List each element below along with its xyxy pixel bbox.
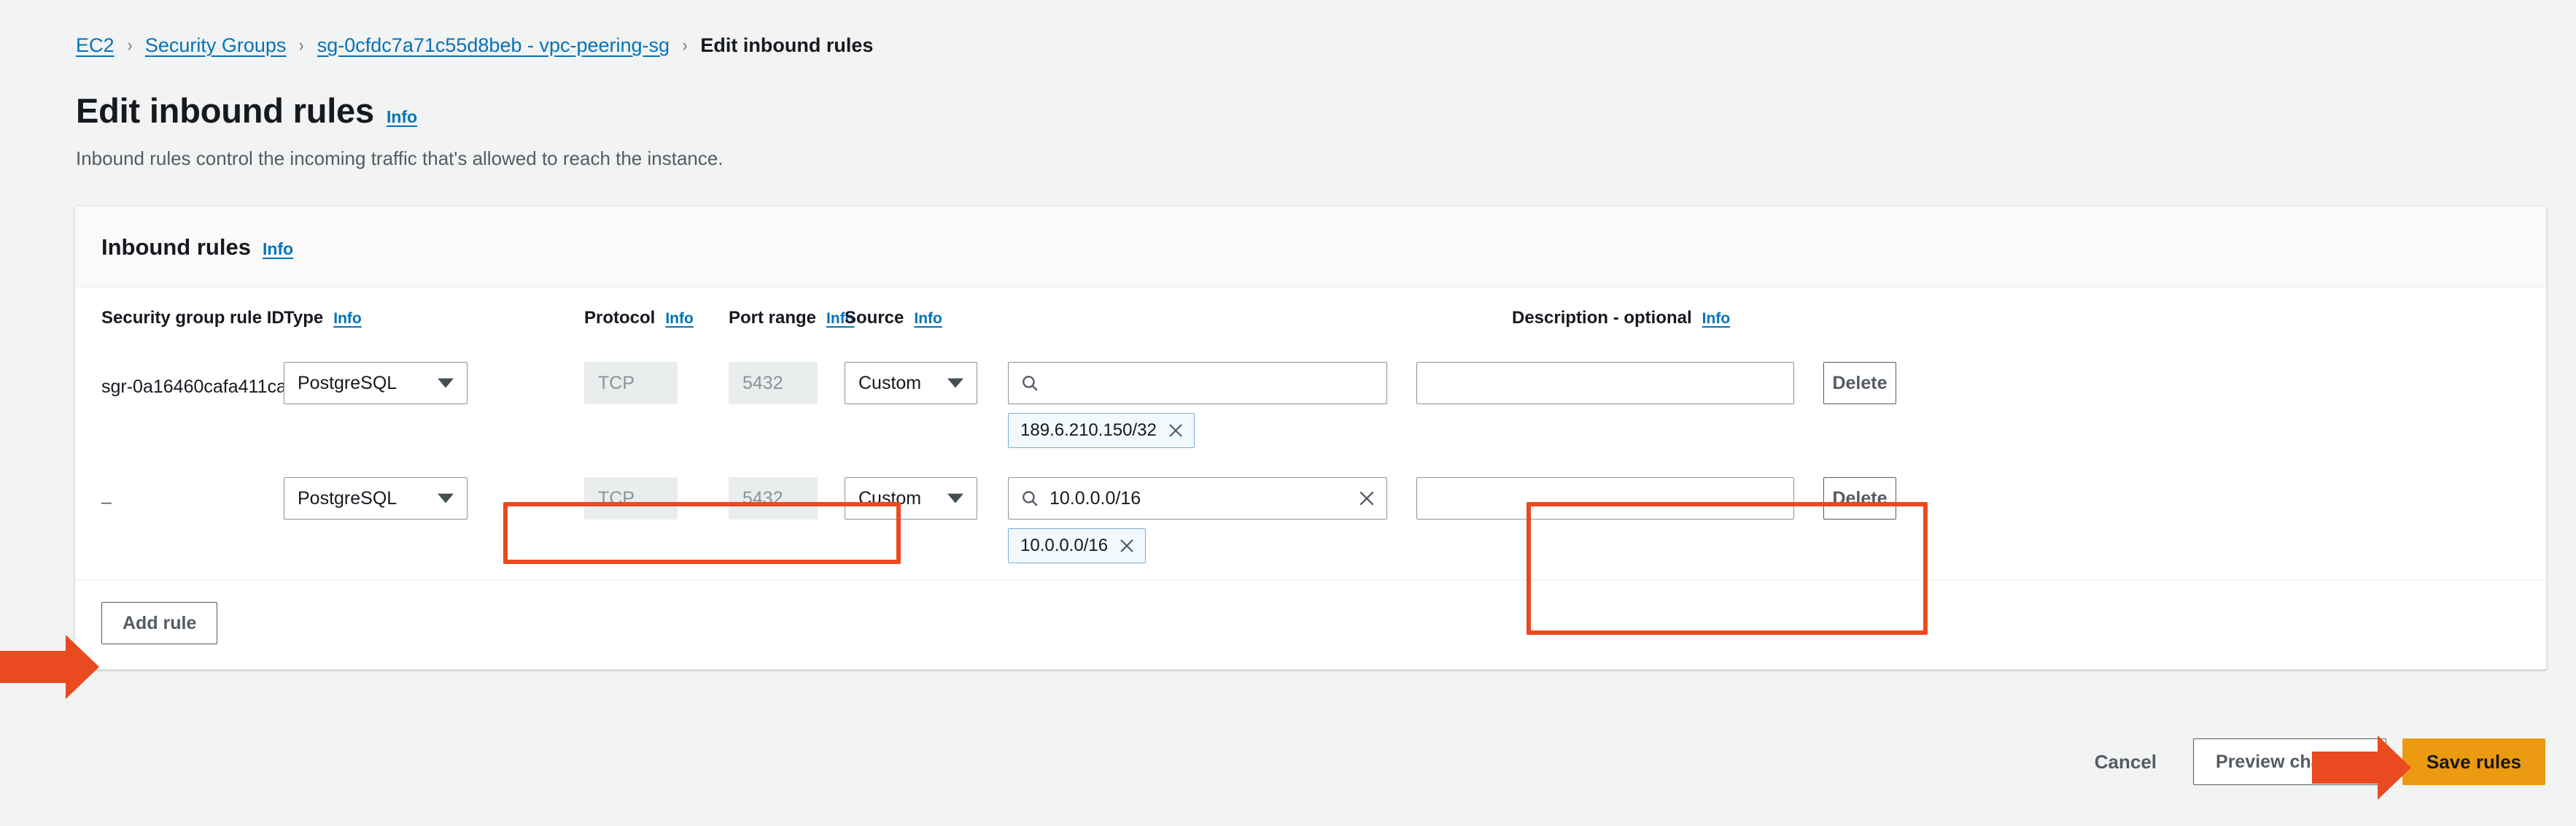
chevron-down-icon (947, 493, 963, 503)
column-header-type: Type Info (284, 308, 468, 328)
delete-rule-button[interactable]: Delete (1823, 362, 1896, 404)
type-info-link[interactable]: Info (333, 310, 361, 328)
source-token[interactable]: 10.0.0.0/16 (1008, 528, 1147, 563)
column-header-protocol: Protocol Info (584, 308, 694, 328)
delete-cell: Delete (1823, 477, 1896, 520)
protocol-input: TCP (584, 477, 678, 520)
protocol-cell: TCP (584, 362, 678, 404)
port-range-value: 5432 (742, 372, 783, 393)
search-icon (1023, 491, 1038, 506)
table-header-row: Security group rule ID Type Info Protoco… (101, 287, 2520, 349)
column-header-label: Source (845, 308, 904, 328)
page-title: Edit inbound rules (76, 91, 374, 130)
column-header-label: Protocol (584, 308, 656, 328)
table-row: – PostgreSQL TCP 5432 Custom 10.0.0.0/16… (101, 464, 2520, 579)
column-header-label: Security group rule ID (101, 308, 284, 328)
chevron-down-icon (947, 378, 963, 388)
breadcrumb: EC2 › Security Groups › sg-0cfdc7a71c55d… (76, 34, 873, 57)
description-cell (1416, 362, 1794, 404)
source-search-input[interactable] (1008, 362, 1387, 404)
page-title-info-link[interactable]: Info (387, 107, 417, 127)
chevron-down-icon (438, 378, 454, 388)
description-input[interactable] (1416, 362, 1794, 404)
description-cell (1416, 477, 1794, 520)
column-header-label: Port range (729, 308, 817, 328)
breadcrumb-item-security-groups[interactable]: Security Groups (145, 34, 287, 57)
source-scope-value: Custom (858, 487, 922, 509)
column-header-description: Description - optional Info (1512, 308, 1730, 328)
rule-id-cell: – (101, 477, 284, 513)
delete-cell: Delete (1823, 362, 1896, 404)
protocol-input: TCP (584, 362, 678, 404)
rules-table: Security group rule ID Type Info Protoco… (75, 287, 2546, 579)
source-scope-select[interactable]: Custom (845, 362, 977, 404)
column-header-source: Source Info (845, 308, 1118, 328)
table-row: sgr-0a16460cafa411cad PostgreSQL TCP 543… (101, 349, 2520, 464)
inbound-rules-card: Inbound rules Info Security group rule I… (74, 206, 2547, 670)
source-search-value: 10.0.0.0/16 (1050, 487, 1141, 509)
column-header-label: Description - optional (1512, 308, 1692, 328)
rule-id-value: sgr-0a16460cafa411cad (101, 377, 297, 397)
port-range-input: 5432 (729, 362, 818, 404)
source-info-link[interactable]: Info (914, 310, 942, 328)
type-select-value: PostgreSQL (298, 487, 397, 509)
protocol-info-link[interactable]: Info (665, 310, 693, 328)
remove-token-icon[interactable] (1118, 537, 1136, 555)
type-cell: PostgreSQL (284, 362, 468, 404)
type-select[interactable]: PostgreSQL (284, 362, 468, 404)
add-rule-bar: Add rule (75, 579, 2546, 669)
protocol-value: TCP (598, 372, 635, 393)
source-scope-select[interactable]: Custom (845, 477, 977, 520)
type-cell: PostgreSQL (284, 477, 468, 520)
add-rule-button[interactable]: Add rule (101, 602, 218, 644)
source-cell: 189.6.210.150/32 (1008, 362, 1387, 448)
source-scope-value: Custom (858, 372, 922, 393)
protocol-value: TCP (598, 487, 635, 509)
footer-actions: Cancel Preview changes Save rules (2095, 738, 2545, 785)
breadcrumb-separator-icon: › (683, 35, 688, 55)
preview-changes-button[interactable]: Preview changes (2193, 738, 2386, 785)
column-header-port-range: Port range Info (729, 308, 855, 328)
remove-token-icon[interactable] (1167, 422, 1184, 439)
source-token-label: 10.0.0.0/16 (1020, 536, 1109, 555)
rule-id-value: – (101, 492, 112, 512)
port-range-input: 5432 (729, 477, 818, 520)
breadcrumb-item-current: Edit inbound rules (700, 34, 874, 56)
breadcrumb-separator-icon: › (127, 35, 132, 55)
chevron-down-icon (438, 493, 454, 503)
page-subtitle: Inbound rules control the incoming traff… (76, 147, 723, 169)
type-select[interactable]: PostgreSQL (284, 477, 468, 520)
search-icon (1023, 376, 1038, 391)
source-token[interactable]: 189.6.210.150/32 (1008, 413, 1195, 448)
page-header: Edit inbound rules Info (76, 90, 417, 131)
protocol-cell: TCP (584, 477, 678, 520)
source-cell: 10.0.0.0/16 10.0.0.0/16 (1008, 477, 1387, 563)
breadcrumb-item-security-group[interactable]: sg-0cfdc7a71c55d8beb - vpc-peering-sg (317, 34, 670, 57)
port-range-cell: 5432 (729, 362, 818, 404)
rule-id-cell: sgr-0a16460cafa411cad (101, 362, 297, 398)
breadcrumb-separator-icon: › (299, 35, 304, 55)
source-search-input[interactable]: 10.0.0.0/16 (1008, 477, 1387, 520)
breadcrumb-item-ec2[interactable]: EC2 (76, 34, 115, 57)
column-header-label: Type (284, 308, 324, 328)
page-root: EC2 › Security Groups › sg-0cfdc7a71c55d… (0, 0, 2576, 826)
clear-input-icon[interactable] (1357, 489, 1376, 508)
port-range-value: 5432 (742, 487, 783, 509)
source-scope-cell: Custom (845, 477, 977, 520)
source-scope-cell: Custom (845, 362, 977, 404)
delete-rule-button[interactable]: Delete (1823, 477, 1896, 520)
card-title: Inbound rules (101, 234, 251, 260)
description-info-link[interactable]: Info (1702, 310, 1730, 328)
type-select-value: PostgreSQL (298, 372, 397, 393)
column-header-rule-id: Security group rule ID (101, 308, 284, 328)
card-title-info-link[interactable]: Info (263, 239, 293, 259)
card-header: Inbound rules Info (75, 206, 2546, 287)
description-input[interactable] (1416, 477, 1794, 520)
cancel-button[interactable]: Cancel (2095, 751, 2157, 773)
source-token-label: 189.6.210.150/32 (1020, 420, 1157, 440)
save-rules-button[interactable]: Save rules (2402, 738, 2545, 785)
port-range-cell: 5432 (729, 477, 818, 520)
